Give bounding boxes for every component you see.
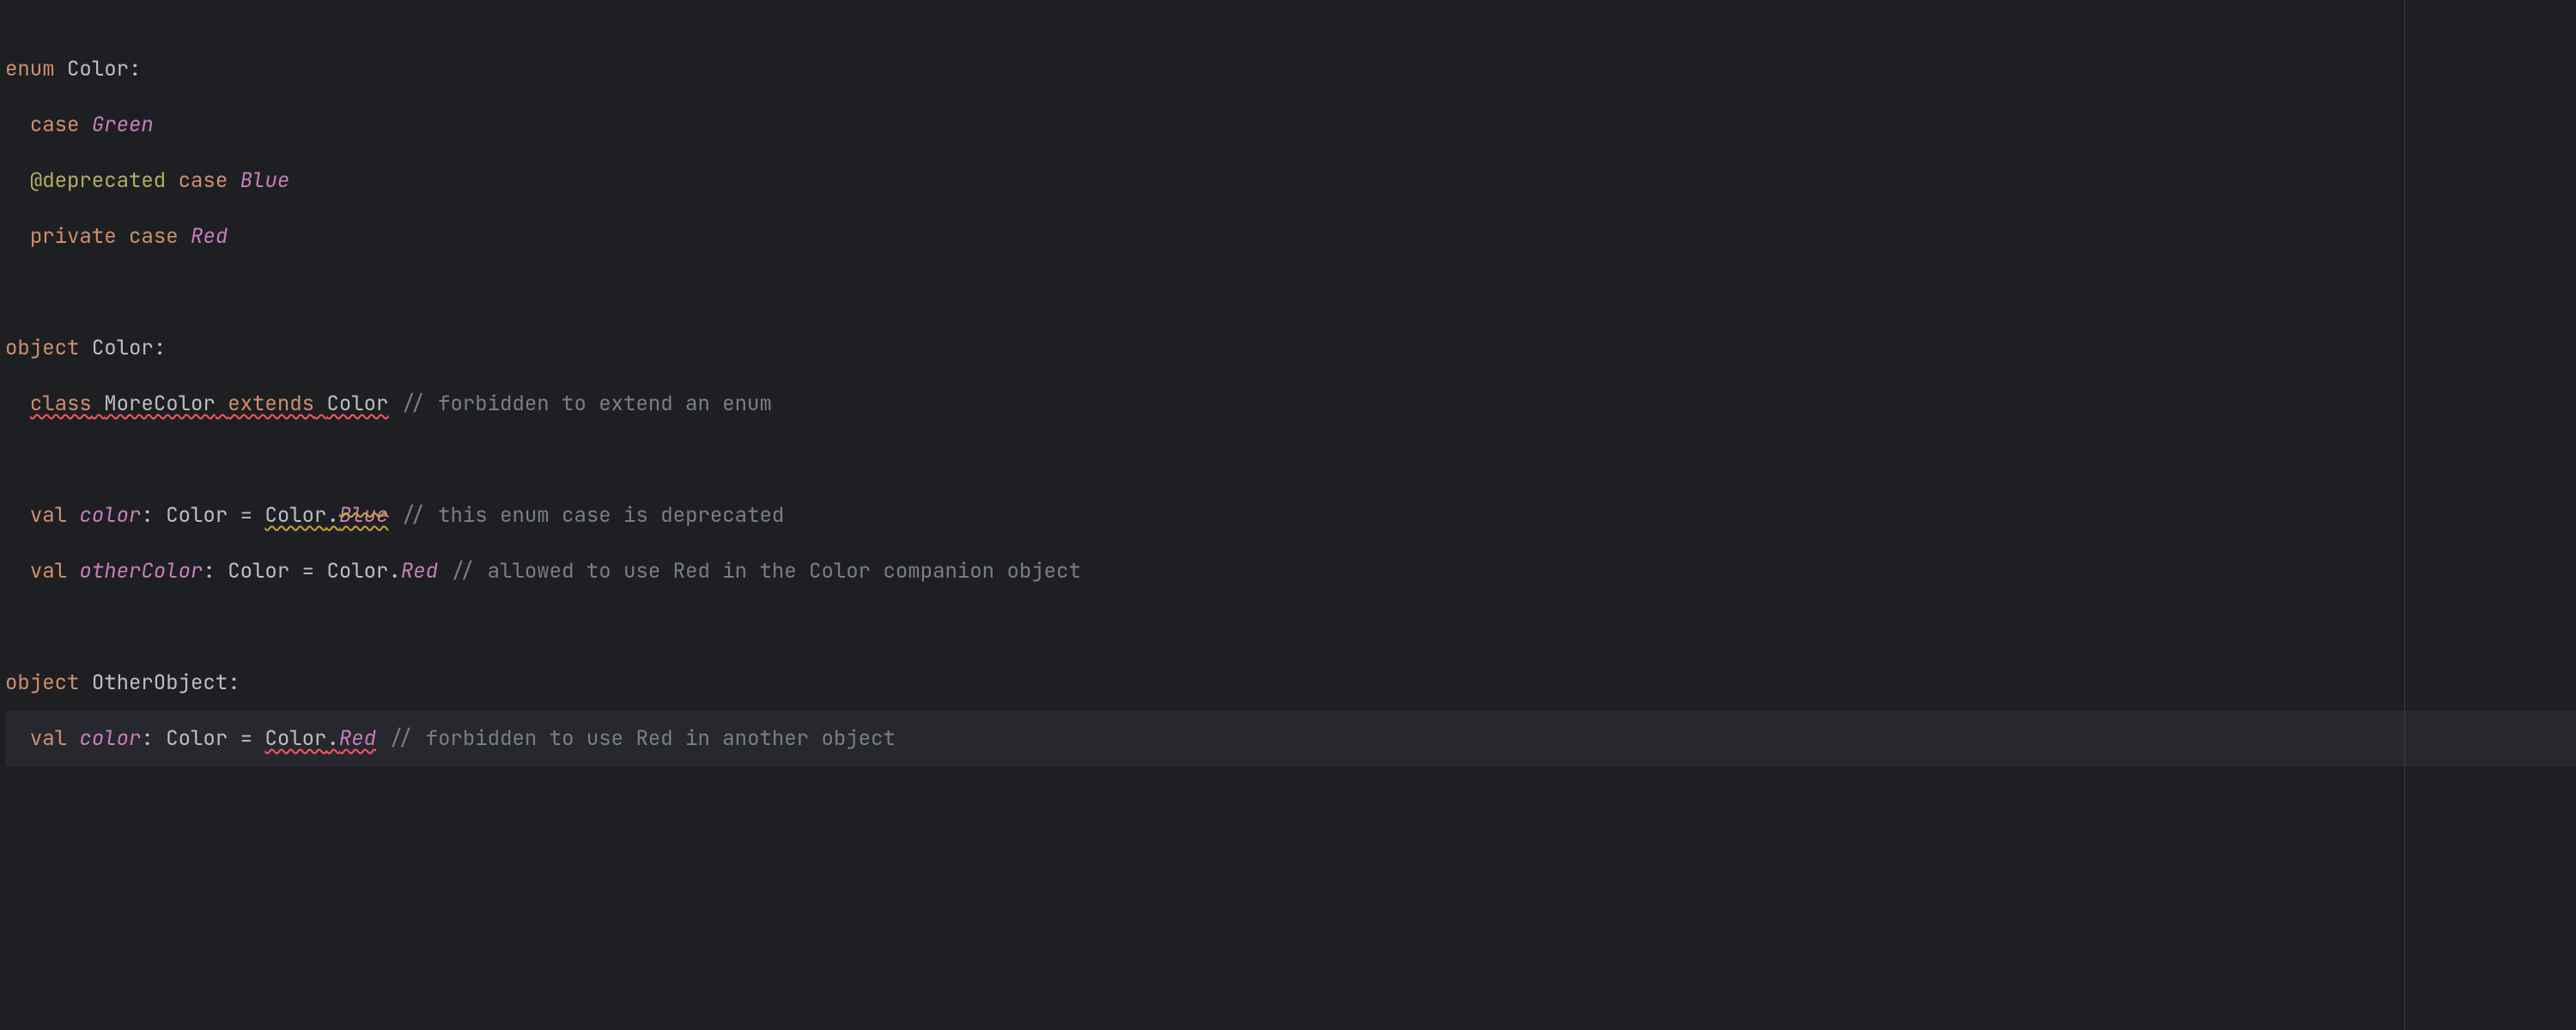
keyword-object: object <box>5 670 79 696</box>
right-margin-ruler <box>2404 0 2405 1030</box>
code-line[interactable]: private case Red <box>5 209 2576 264</box>
dot: . <box>388 558 400 585</box>
keyword-enum: enum <box>5 56 55 82</box>
type-name: Color <box>92 335 154 361</box>
keyword-private: private <box>30 223 117 250</box>
keyword-val: val <box>30 558 67 585</box>
blank-line[interactable] <box>5 264 2576 320</box>
type-ref: Color <box>166 725 228 752</box>
deprecated-member: Blue <box>339 502 389 529</box>
colon: : <box>141 502 153 529</box>
type-name: Color <box>67 56 129 82</box>
colon: : <box>203 558 215 585</box>
qualifier: Color <box>264 725 326 752</box>
enum-member: Red <box>401 558 438 585</box>
annotation: @deprecated <box>30 167 166 194</box>
current-line[interactable]: val color: Color = Color.Red // forbidde… <box>5 711 2576 766</box>
colon: : <box>154 335 166 361</box>
comment: // forbidden to extend an enum <box>401 391 772 417</box>
blank-line[interactable] <box>5 432 2576 488</box>
type-ref: Color <box>228 558 289 585</box>
equals: = <box>302 558 314 585</box>
field-name: color <box>79 502 141 529</box>
keyword-case: case <box>30 112 80 138</box>
qualifier: Color <box>326 558 388 585</box>
colon: : <box>141 725 153 752</box>
qualifier: Color <box>264 502 326 529</box>
type-name: OtherObject <box>92 670 228 696</box>
code-line[interactable]: val color: Color = Color.Blue // this en… <box>5 488 2576 543</box>
type-ref: Color <box>166 502 228 529</box>
base-type: Color <box>326 391 388 417</box>
code-line[interactable]: enum Color: <box>5 41 2576 97</box>
enum-case: Green <box>92 112 154 138</box>
enum-case: Red <box>191 223 228 250</box>
comment: // this enum case is deprecated <box>401 502 784 529</box>
error-span <box>92 391 104 417</box>
keyword-object: object <box>5 335 79 361</box>
error-span <box>216 391 228 417</box>
code-line[interactable]: object OtherObject: <box>5 655 2576 711</box>
keyword-val: val <box>30 725 67 752</box>
keyword-case: case <box>179 167 228 194</box>
keyword-case: case <box>129 223 179 250</box>
field-name: otherColor <box>79 558 203 585</box>
comment: // allowed to use Red in the Color compa… <box>450 558 1080 585</box>
comment: // forbidden to use Red in another objec… <box>388 725 895 752</box>
colon: : <box>228 670 240 696</box>
code-line[interactable]: @deprecated case Blue <box>5 153 2576 209</box>
dot: . <box>326 502 338 529</box>
keyword-val: val <box>30 502 67 529</box>
code-line[interactable]: case Green <box>5 97 2576 153</box>
field-name: color <box>79 725 141 752</box>
code-line[interactable]: class MoreColor extends Color // forbidd… <box>5 376 2576 432</box>
code-line[interactable]: val otherColor: Color = Color.Red // all… <box>5 543 2576 599</box>
error-span <box>314 391 326 417</box>
enum-case: Blue <box>240 167 290 194</box>
enum-member-error: Red <box>339 725 376 752</box>
code-editor[interactable]: enum Color: case Green @deprecated case … <box>0 0 2576 1030</box>
code-line[interactable]: object Color: <box>5 320 2576 376</box>
equals: = <box>240 725 252 752</box>
keyword-class: class <box>30 391 92 417</box>
keyword-extends: extends <box>228 391 314 417</box>
blank-line[interactable] <box>5 599 2576 655</box>
dot: . <box>326 725 338 752</box>
colon: : <box>129 56 141 82</box>
equals: = <box>240 502 252 529</box>
class-name: MoreColor <box>104 391 216 417</box>
